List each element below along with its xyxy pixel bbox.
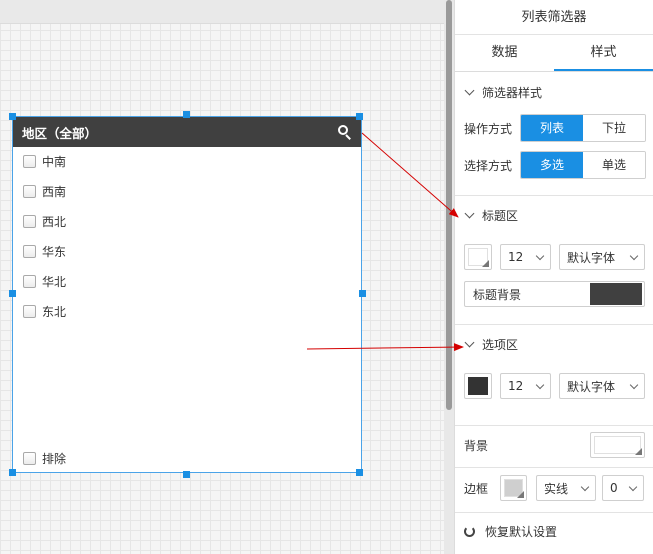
chevron-down-icon [464,208,475,219]
divider [455,425,653,426]
operation-list-button[interactable]: 列表 [521,115,583,141]
title-background-picker[interactable]: 标题背景 [464,281,645,307]
operation-mode-toggle: 列表 下拉 [520,114,646,142]
divider [455,512,653,513]
property-panel: 列表筛选器 数据 样式 筛选器样式 操作方式 列表 下拉 选择方式 多选 单选 … [454,0,653,554]
checkbox[interactable] [23,154,36,168]
list-item[interactable]: 东北 [23,303,66,319]
chevron-down-icon [580,482,590,491]
title-font-family-value: 默认字体 [567,250,616,265]
checkbox[interactable] [23,184,36,198]
section-title-area-title: 标题区 [482,208,519,223]
section-filter-style[interactable]: 筛选器样式 [455,82,542,102]
reset-defaults-button[interactable]: 恢复默认设置 [464,523,557,540]
checkbox[interactable] [23,274,36,288]
chevron-down-icon [629,251,639,260]
resize-handle-bottom-right[interactable] [356,469,363,476]
resize-handle-bottom[interactable] [183,471,190,478]
resize-handle-top[interactable] [183,111,190,118]
select-mode-label: 选择方式 [464,158,513,173]
border-style-value: 实线 [544,481,569,496]
section-title-area[interactable]: 标题区 [455,205,518,225]
background-row: 背景 [464,432,645,458]
chevron-down-icon [464,337,475,348]
tab-data[interactable]: 数据 [455,35,554,71]
border-width-value: 0 [610,481,618,495]
option-font-size-select[interactable]: 12 [500,373,551,399]
option-label: 华北 [42,274,67,289]
option-label: 华东 [42,244,67,259]
option-label: 中南 [42,154,67,169]
canvas-scrollbar[interactable] [444,0,454,554]
list-item[interactable]: 华北 [23,273,66,289]
checkbox[interactable] [23,304,36,318]
exclude-label: 排除 [42,451,67,466]
operation-mode-label: 操作方式 [464,121,513,136]
title-background-swatch [590,283,642,305]
list-item[interactable]: 中南 [23,153,66,169]
option-font-family-value: 默认字体 [567,379,616,394]
border-style-select[interactable]: 实线 [536,475,596,501]
operation-mode-row: 操作方式 列表 下拉 [464,114,646,142]
option-label: 西南 [42,184,67,199]
chevron-down-icon [629,380,639,389]
border-width-select[interactable]: 0 [602,475,644,501]
select-mode-row: 选择方式 多选 单选 [464,151,646,179]
exclude-checkbox[interactable] [23,451,36,465]
option-label: 西北 [42,214,67,229]
single-select-button[interactable]: 单选 [583,152,645,178]
divider [455,324,653,325]
resize-handle-top-left[interactable] [9,113,16,120]
panel-tabs: 数据 样式 [455,35,653,72]
select-mode-toggle: 多选 单选 [520,151,646,179]
divider [455,195,653,196]
scrollbar-thumb[interactable] [446,0,452,410]
operation-dropdown-button[interactable]: 下拉 [583,115,645,141]
chevron-down-icon [628,482,638,491]
widget-header: 地区（全部） [13,117,361,147]
resize-handle-top-right[interactable] [356,113,363,120]
chevron-down-icon [464,85,475,96]
divider [455,467,653,468]
exclude-option[interactable]: 排除 [23,450,66,466]
title-font-family-select[interactable]: 默认字体 [559,244,645,270]
multi-select-button[interactable]: 多选 [521,152,583,178]
option-label: 东北 [42,304,67,319]
widget-header-title: 地区（全部） [22,125,98,141]
resize-handle-left[interactable] [9,290,16,297]
section-option-area-title: 选项区 [482,337,519,352]
title-background-label: 标题背景 [473,287,522,302]
panel-title: 列表筛选器 [455,0,653,35]
list-filter-widget[interactable]: 地区（全部） 中南 西南 西北 华东 华北 东北 排除 [12,116,362,473]
list-item[interactable]: 西北 [23,213,66,229]
resize-handle-bottom-left[interactable] [9,469,16,476]
background-label: 背景 [464,438,489,453]
option-font-row: 12 默认字体 [464,373,645,399]
title-font-size-value: 12 [508,250,524,264]
checkbox[interactable] [23,214,36,228]
refresh-icon [464,526,475,537]
title-font-size-select[interactable]: 12 [500,244,551,270]
tab-style[interactable]: 样式 [554,35,653,71]
resize-handle-right[interactable] [359,290,366,297]
section-option-area[interactable]: 选项区 [455,334,518,354]
title-font-color-picker[interactable] [464,244,492,270]
search-icon[interactable] [338,125,352,140]
option-font-size-value: 12 [508,379,524,393]
border-label: 边框 [464,481,489,496]
reset-defaults-label: 恢复默认设置 [485,525,558,539]
list-item[interactable]: 华东 [23,243,66,259]
checkbox[interactable] [23,244,36,258]
title-font-row: 12 默认字体 [464,244,645,270]
border-color-picker[interactable] [500,475,527,501]
canvas-top-bar [0,0,444,24]
border-row: 边框 实线 0 [464,475,644,501]
option-font-family-select[interactable]: 默认字体 [559,373,645,399]
option-font-color-picker[interactable] [464,373,492,399]
chevron-down-icon [535,380,545,389]
section-filter-style-title: 筛选器样式 [482,85,543,100]
background-color-picker[interactable] [590,432,645,458]
list-item[interactable]: 西南 [23,183,66,199]
chevron-down-icon [535,251,545,260]
